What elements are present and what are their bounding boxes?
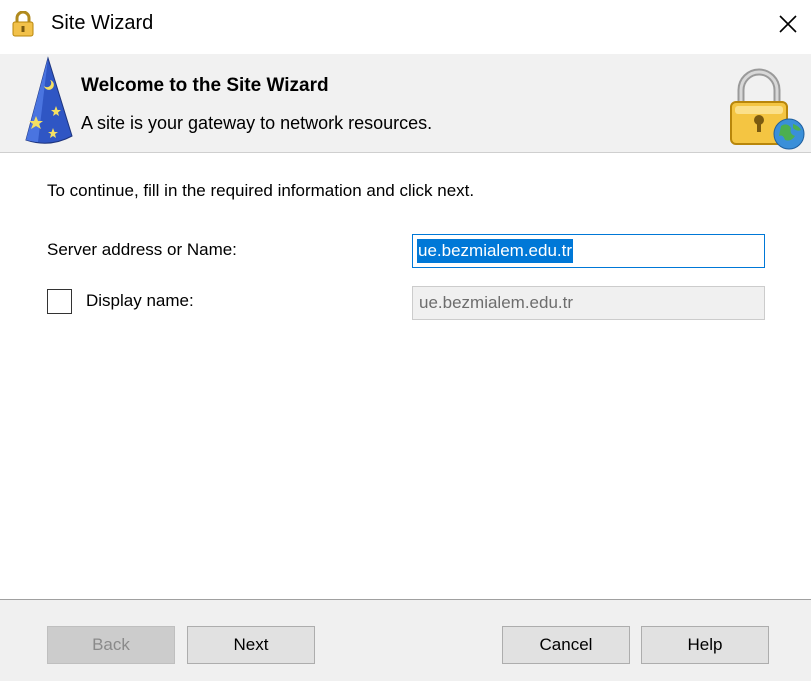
- server-address-value: ue.bezmialem.edu.tr: [417, 239, 574, 263]
- lock-globe-icon: [730, 68, 805, 150]
- close-button[interactable]: [765, 0, 811, 48]
- server-address-input[interactable]: ue.bezmialem.edu.tr: [412, 234, 765, 268]
- display-name-checkbox[interactable]: [47, 289, 72, 314]
- back-button: Back: [47, 626, 175, 664]
- header-subtitle: A site is your gateway to network resour…: [81, 113, 433, 133]
- help-button[interactable]: Help: [641, 626, 769, 664]
- display-name-input: ue.bezmialem.edu.tr: [412, 286, 765, 320]
- display-name-label[interactable]: Display name:: [86, 291, 194, 311]
- wizard-header: Welcome to the Site Wizard A site is you…: [0, 54, 811, 153]
- close-icon: [779, 15, 797, 33]
- lock-icon: [12, 11, 34, 37]
- header-title: Welcome to the Site Wizard: [81, 75, 329, 96]
- window-title: Site Wizard: [51, 12, 154, 34]
- server-address-label: Server address or Name:: [47, 240, 237, 259]
- instructions-text: To continue, fill in the required inform…: [47, 181, 475, 200]
- title-bar: Site Wizard: [0, 0, 811, 50]
- cancel-button[interactable]: Cancel: [502, 626, 630, 664]
- next-button[interactable]: Next: [187, 626, 315, 664]
- wizard-hat-icon: [25, 56, 73, 144]
